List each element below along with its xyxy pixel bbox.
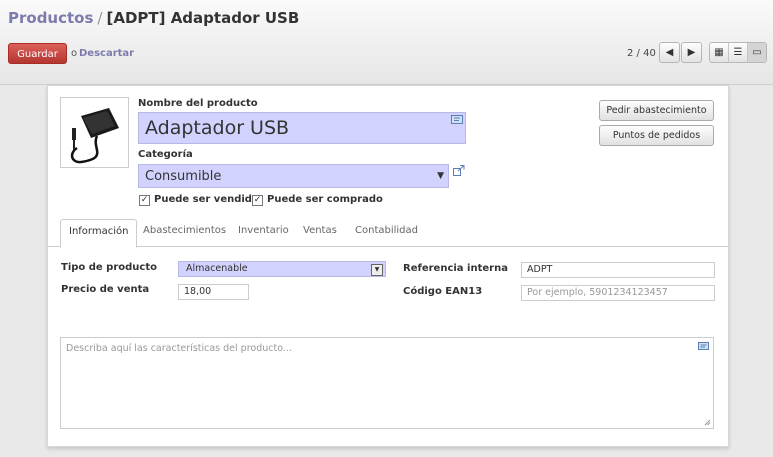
control-panel: Productos / [ADPT] Adaptador USB Guardar o… [0, 0, 773, 85]
tab-ventas[interactable]: Ventas [295, 219, 345, 242]
category-label: Categoría [138, 149, 193, 160]
arrow-right-icon: ▶ [687, 47, 696, 58]
pager-next-button[interactable]: ▶ [681, 42, 702, 63]
translate-icon[interactable] [698, 342, 709, 352]
tab-inventario[interactable]: Inventario [230, 219, 297, 242]
purchase-ok-checkbox[interactable]: ✓ [252, 195, 263, 206]
sale-ok-checkbox[interactable]: ✓ [139, 195, 150, 206]
product-name-input[interactable]: Adaptador USB [138, 112, 466, 144]
purchase-ok-label: Puede ser comprado [267, 194, 383, 205]
notebook-tabs: Información Abastecimientos Inventario V… [48, 219, 728, 248]
category-select[interactable]: Consumible ▼ [138, 164, 449, 188]
description-placeholder: Describa aquí las características del pr… [66, 343, 292, 354]
internal-reference-input[interactable]: ADPT [521, 262, 715, 278]
sale-ok-label: Puede ser vendido [154, 194, 259, 205]
save-button[interactable]: Guardar [8, 43, 67, 64]
discard-link[interactable]: Descartar [79, 48, 134, 59]
tab-contabilidad[interactable]: Contabilidad [347, 219, 426, 242]
or-label: o [71, 48, 78, 59]
list-price-label: Precio de venta [61, 284, 150, 295]
product-name-label: Nombre del producto [138, 98, 258, 109]
usb-adapter-photo [70, 108, 119, 164]
procurement-request-button[interactable]: Pedir abastecimiento [599, 100, 714, 121]
ean13-label: Código EAN13 [403, 286, 483, 297]
internal-reference-label: Referencia interna [403, 263, 508, 274]
breadcrumb-productos[interactable]: Productos [8, 9, 93, 27]
description-textarea[interactable]: Describa aquí las características del pr… [60, 337, 714, 429]
pager-value[interactable]: 2 / 40 [627, 48, 656, 59]
list-icon[interactable]: ☰ [729, 43, 748, 62]
translate-icon[interactable] [451, 115, 463, 126]
tab-abastecimientos[interactable]: Abastecimientos [135, 219, 234, 242]
tab-informacion[interactable]: Información [60, 219, 138, 248]
breadcrumb: Productos / [ADPT] Adaptador USB [8, 9, 299, 27]
external-link-icon[interactable] [453, 165, 465, 176]
category-value: Consumible [145, 169, 222, 184]
breadcrumb-separator: / [97, 9, 103, 27]
chevron-down-icon: ▼ [437, 171, 444, 181]
arrow-left-icon: ◀ [665, 47, 674, 58]
form-sheet: Nombre del producto Adaptador USB Catego… [47, 85, 729, 447]
product-type-select[interactable]: Almacenable ▼ [178, 261, 386, 277]
orderpoints-button[interactable]: Puntos de pedidos [599, 125, 714, 146]
view-switcher: ▦ ☰ ▭ [709, 42, 767, 63]
pager-previous-button[interactable]: ◀ [659, 42, 680, 63]
product-type-value: Almacenable [186, 263, 248, 274]
list-price-input[interactable]: 18,00 [178, 284, 249, 300]
ean13-input[interactable]: Por ejemplo, 5901234123457 [521, 285, 715, 301]
kanban-icon[interactable]: ▦ [710, 43, 729, 62]
form-icon[interactable]: ▭ [748, 43, 766, 62]
page-title: [ADPT] Adaptador USB [106, 9, 300, 27]
product-image[interactable] [60, 97, 129, 168]
product-type-label: Tipo de producto [61, 262, 157, 273]
chevron-down-icon: ▼ [371, 264, 383, 276]
resize-grip-icon[interactable] [704, 419, 711, 426]
